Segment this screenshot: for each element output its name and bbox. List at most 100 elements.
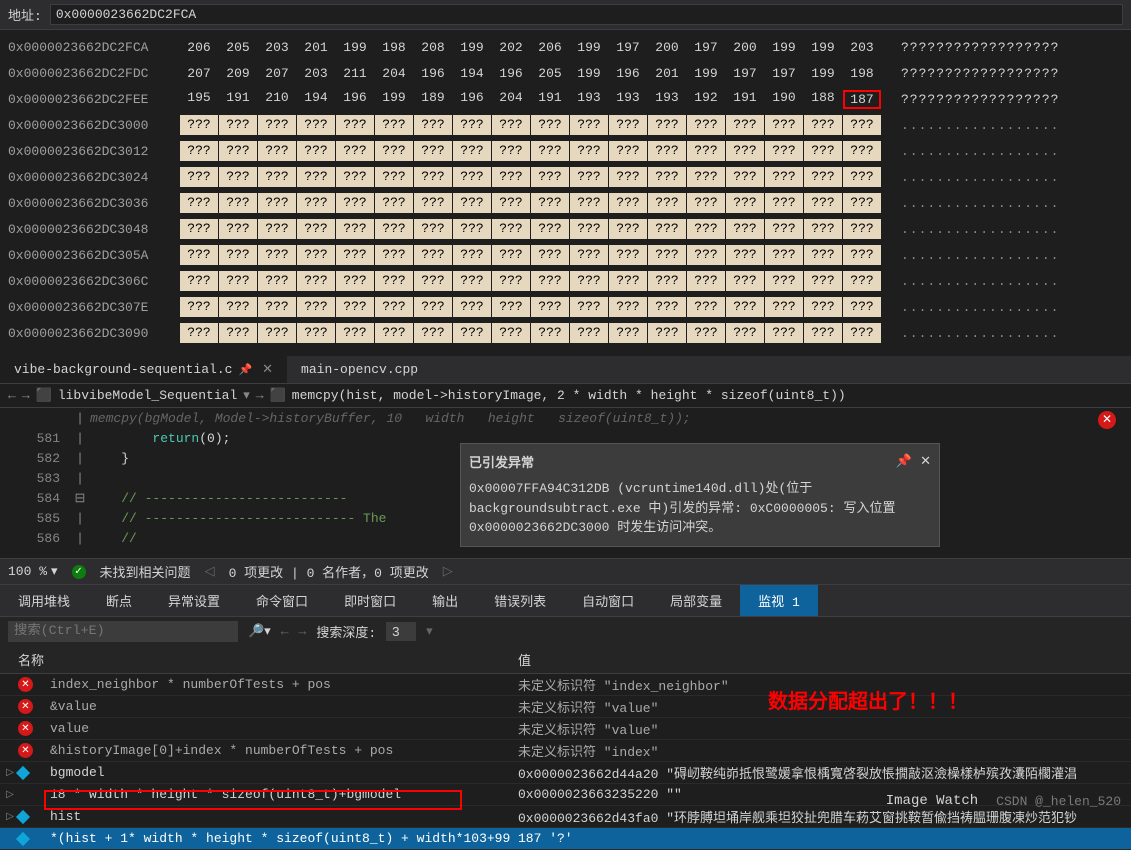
memory-byte[interactable]: ???: [180, 245, 218, 265]
memory-byte[interactable]: ???: [297, 271, 335, 291]
watch-row[interactable]: ▷bgmodel0x0000023662d44a20 "碍屻鞍纯峁抵恨鹭媛拿恨楀…: [0, 762, 1131, 784]
memory-byte[interactable]: ???: [726, 271, 764, 291]
memory-byte[interactable]: 203: [843, 40, 881, 55]
debug-tab[interactable]: 即时窗口: [326, 585, 414, 616]
code-editor[interactable]: ✕ | memcpy(bgModel, Model->historyBuffer…: [0, 408, 1131, 558]
debug-tab[interactable]: 监视 1: [740, 585, 818, 616]
memory-byte[interactable]: ???: [219, 219, 257, 239]
memory-byte[interactable]: ???: [258, 141, 296, 161]
memory-byte[interactable]: ???: [609, 141, 647, 161]
memory-byte[interactable]: ???: [726, 323, 764, 343]
close-icon[interactable]: ✕: [262, 362, 273, 377]
memory-byte[interactable]: ???: [687, 193, 725, 213]
memory-byte[interactable]: ???: [180, 115, 218, 135]
memory-byte[interactable]: ???: [336, 323, 374, 343]
memory-byte[interactable]: ???: [453, 167, 491, 187]
memory-byte[interactable]: 199: [375, 90, 413, 109]
watch-value[interactable]: 未定义标识符 "index": [510, 741, 1131, 760]
memory-byte[interactable]: ???: [648, 245, 686, 265]
close-icon[interactable]: ✕: [920, 454, 931, 469]
memory-row[interactable]: 0x0000023662DC2FEE1951912101941961991891…: [0, 86, 1131, 112]
memory-byte[interactable]: ???: [219, 245, 257, 265]
column-value[interactable]: 值: [510, 650, 1131, 669]
memory-row[interactable]: 0x0000023662DC3090??????????????????????…: [0, 320, 1131, 346]
memory-byte[interactable]: ???: [843, 115, 881, 135]
memory-byte[interactable]: ???: [570, 115, 608, 135]
memory-byte[interactable]: ???: [414, 115, 452, 135]
memory-byte[interactable]: ???: [570, 141, 608, 161]
memory-byte[interactable]: ???: [726, 297, 764, 317]
memory-byte[interactable]: ???: [258, 271, 296, 291]
memory-byte[interactable]: ???: [414, 141, 452, 161]
expand-icon[interactable]: ▷: [4, 811, 16, 823]
memory-byte[interactable]: 198: [843, 66, 881, 81]
memory-byte[interactable]: ???: [453, 271, 491, 291]
watch-name[interactable]: index_neighbor * numberOfTests + pos: [50, 677, 510, 692]
memory-byte[interactable]: ???: [687, 271, 725, 291]
memory-byte[interactable]: 207: [258, 66, 296, 81]
column-name[interactable]: 名称: [0, 650, 510, 669]
memory-row[interactable]: 0x0000023662DC3024??????????????????????…: [0, 164, 1131, 190]
memory-byte[interactable]: ???: [804, 297, 842, 317]
memory-byte[interactable]: ???: [843, 271, 881, 291]
memory-byte[interactable]: ???: [804, 219, 842, 239]
memory-byte[interactable]: ???: [804, 271, 842, 291]
pin-icon[interactable]: 📌: [896, 454, 912, 469]
memory-byte[interactable]: ???: [258, 297, 296, 317]
memory-byte[interactable]: ???: [531, 297, 569, 317]
memory-byte[interactable]: 199: [336, 40, 374, 55]
memory-byte[interactable]: ???: [726, 115, 764, 135]
watch-row[interactable]: ✕value未定义标识符 "value": [0, 718, 1131, 740]
memory-byte[interactable]: ???: [375, 245, 413, 265]
memory-byte[interactable]: ???: [375, 193, 413, 213]
memory-byte[interactable]: ???: [765, 323, 803, 343]
memory-byte[interactable]: ???: [453, 193, 491, 213]
memory-byte[interactable]: ???: [531, 323, 569, 343]
memory-byte[interactable]: ???: [570, 323, 608, 343]
memory-byte[interactable]: ???: [765, 167, 803, 187]
memory-byte[interactable]: ???: [687, 245, 725, 265]
memory-byte[interactable]: 200: [648, 40, 686, 55]
memory-byte[interactable]: ???: [492, 271, 530, 291]
memory-byte[interactable]: 191: [219, 90, 257, 109]
memory-byte[interactable]: 198: [375, 40, 413, 55]
memory-byte[interactable]: 207: [180, 66, 218, 81]
memory-byte[interactable]: ???: [843, 323, 881, 343]
memory-byte[interactable]: 192: [687, 90, 725, 109]
watch-value[interactable]: 0x0000023662d43fa0 "环脖膊坦埇岸舰乘坦狡扯兜腊车菞艾窗挑鞍暂…: [510, 807, 1131, 826]
memory-byte[interactable]: ???: [414, 219, 452, 239]
memory-byte[interactable]: ???: [492, 193, 530, 213]
fold-gutter[interactable]: |: [70, 451, 90, 466]
fold-gutter[interactable]: ⊟: [70, 491, 90, 506]
memory-byte[interactable]: ???: [609, 167, 647, 187]
memory-row[interactable]: 0x0000023662DC306C??????????????????????…: [0, 268, 1131, 294]
memory-byte[interactable]: 194: [453, 66, 491, 81]
memory-byte[interactable]: 201: [297, 40, 335, 55]
memory-byte[interactable]: 203: [297, 66, 335, 81]
memory-byte[interactable]: 201: [648, 66, 686, 81]
memory-byte[interactable]: ???: [180, 167, 218, 187]
memory-byte[interactable]: 199: [804, 40, 842, 55]
watch-value[interactable]: 未定义标识符 "value": [510, 719, 1131, 738]
memory-byte[interactable]: 191: [531, 90, 569, 109]
memory-row[interactable]: 0x0000023662DC307E??????????????????????…: [0, 294, 1131, 320]
memory-byte[interactable]: ???: [531, 193, 569, 213]
memory-byte[interactable]: ???: [180, 193, 218, 213]
memory-byte[interactable]: 189: [414, 90, 452, 109]
memory-byte[interactable]: ???: [687, 323, 725, 343]
memory-byte[interactable]: ???: [297, 167, 335, 187]
memory-byte[interactable]: ???: [258, 115, 296, 135]
debug-tab[interactable]: 异常设置: [150, 585, 238, 616]
memory-byte[interactable]: ???: [531, 141, 569, 161]
memory-byte[interactable]: 196: [492, 66, 530, 81]
fold-gutter[interactable]: |: [70, 431, 90, 446]
memory-byte[interactable]: ???: [453, 245, 491, 265]
memory-byte[interactable]: ???: [414, 193, 452, 213]
memory-byte[interactable]: ???: [843, 141, 881, 161]
nav-left-icon[interactable]: ◁: [205, 564, 215, 579]
memory-byte[interactable]: 197: [765, 66, 803, 81]
memory-byte[interactable]: ???: [804, 167, 842, 187]
memory-byte[interactable]: ???: [375, 141, 413, 161]
memory-byte[interactable]: ???: [375, 271, 413, 291]
memory-byte[interactable]: ???: [297, 141, 335, 161]
